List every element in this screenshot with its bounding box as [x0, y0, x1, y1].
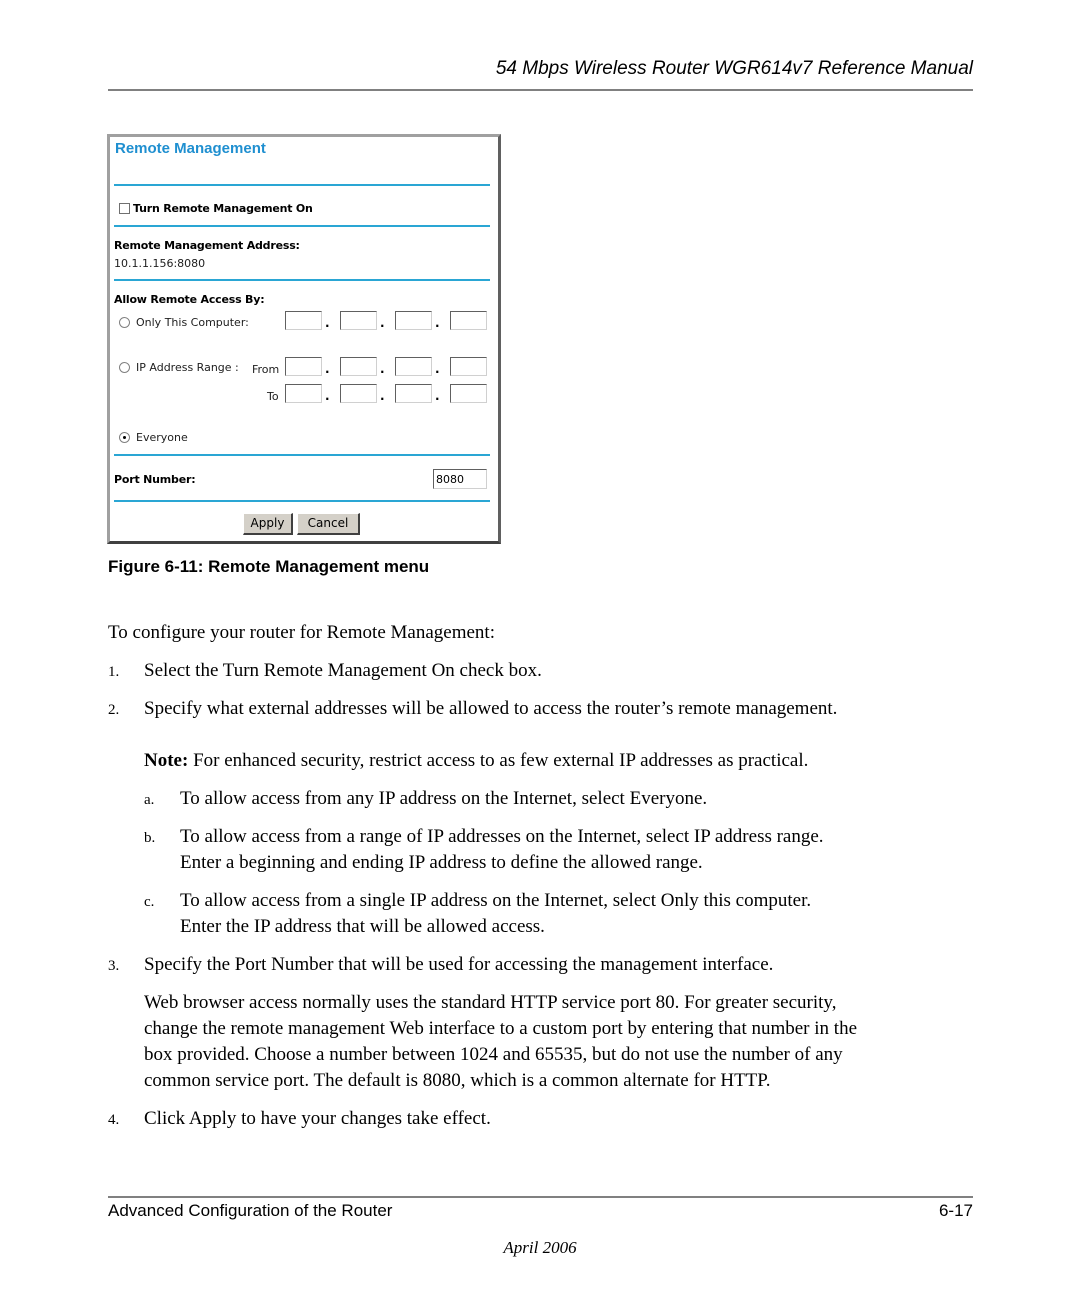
ip-range-label: IP Address Range : — [136, 361, 239, 374]
separator — [114, 454, 490, 456]
only-ip-octet-3[interactable] — [395, 311, 432, 330]
allow-access-label: Allow Remote Access By: — [114, 293, 265, 306]
apply-button[interactable]: Apply — [243, 513, 293, 535]
to-ip-octet-2[interactable] — [340, 384, 377, 403]
only-ip-octet-1[interactable] — [285, 311, 322, 330]
everyone-label: Everyone — [136, 431, 188, 444]
substep-letter: c. — [144, 894, 155, 910]
substep-text: Enter the IP address that will be allowe… — [180, 916, 545, 937]
step-text: Specify the Port Number that will be use… — [144, 954, 774, 975]
substep-text: To allow access from a range of IP addre… — [180, 826, 824, 847]
only-this-computer-label: Only This Computer: — [136, 316, 249, 329]
address-label: Remote Management Address: — [114, 239, 300, 252]
step-number: 4. — [108, 1112, 120, 1128]
footer-rule — [108, 1196, 973, 1198]
to-ip-octet-1[interactable] — [285, 384, 322, 403]
figure-caption: Figure 6-11: Remote Management menu — [108, 557, 430, 576]
ip-dot: . — [435, 389, 440, 403]
page-number: 6-17 — [938, 1201, 973, 1220]
ip-range-row: IP Address Range : — [119, 361, 239, 374]
substep-text: To allow access from any IP address on t… — [180, 788, 708, 809]
remote-management-panel: Remote Management Turn Remote Management… — [107, 134, 501, 544]
substep-letter: a. — [144, 792, 155, 808]
ip-range-radio[interactable] — [119, 362, 130, 373]
step-number: 3. — [108, 958, 120, 974]
address-value: 10.1.1.156:8080 — [114, 257, 206, 270]
footer-section: Advanced Configuration of the Router — [108, 1201, 393, 1220]
footer-date: April 2006 — [503, 1238, 577, 1257]
step-text: Specify what external addresses will be … — [144, 698, 838, 719]
turn-remote-management-checkbox[interactable] — [119, 203, 130, 214]
note-label: Note: — [144, 750, 189, 771]
ip-dot: . — [380, 362, 385, 376]
ip-dot: . — [380, 316, 385, 330]
note-text: For enhanced security, restrict access t… — [188, 750, 809, 771]
to-label: To — [267, 390, 279, 403]
ip-dot: . — [325, 362, 330, 376]
from-ip-octet-4[interactable] — [450, 357, 487, 376]
port-number-input[interactable] — [433, 469, 487, 489]
substep-text: To allow access from a single IP address… — [180, 890, 812, 911]
port-paragraph-line: common service port. The default is 8080… — [144, 1070, 771, 1091]
panel-title: Remote Management — [115, 140, 266, 157]
only-this-computer-radio[interactable] — [119, 317, 130, 328]
substep-letter: b. — [144, 830, 156, 846]
separator — [114, 225, 490, 227]
step-text: Click Apply to have your changes take ef… — [144, 1108, 491, 1129]
cancel-button[interactable]: Cancel — [297, 513, 360, 535]
step-number: 1. — [108, 664, 120, 680]
everyone-row: Everyone — [119, 431, 188, 444]
separator — [114, 279, 490, 281]
separator — [114, 500, 490, 502]
intro-text: To configure your router for Remote Mana… — [108, 622, 495, 643]
only-ip-octet-2[interactable] — [340, 311, 377, 330]
step-number: 2. — [108, 702, 120, 718]
from-ip-octet-3[interactable] — [395, 357, 432, 376]
to-ip-octet-3[interactable] — [395, 384, 432, 403]
note: Note: For enhanced security, restrict ac… — [144, 748, 808, 774]
from-ip-octet-1[interactable] — [285, 357, 322, 376]
ip-dot: . — [380, 389, 385, 403]
port-label: Port Number: — [114, 473, 196, 486]
running-head: 54 Mbps Wireless Router WGR614v7 Referen… — [495, 58, 973, 79]
port-paragraph-line: box provided. Choose a number between 10… — [144, 1044, 843, 1065]
header-rule — [108, 89, 973, 91]
ip-dot: . — [325, 389, 330, 403]
from-label: From — [252, 363, 280, 376]
ip-dot: . — [325, 316, 330, 330]
port-paragraph-line: change the remote management Web interfa… — [144, 1018, 858, 1039]
ip-dot: . — [435, 316, 440, 330]
turn-remote-management-label: Turn Remote Management On — [133, 202, 313, 215]
turn-on-row: Turn Remote Management On — [119, 202, 313, 215]
port-paragraph-line: Web browser access normally uses the sta… — [144, 992, 837, 1013]
only-this-computer-row: Only This Computer: — [119, 316, 249, 329]
from-ip-octet-2[interactable] — [340, 357, 377, 376]
to-ip-octet-4[interactable] — [450, 384, 487, 403]
substep-text: Enter a beginning and ending IP address … — [180, 852, 703, 873]
ip-dot: . — [435, 362, 440, 376]
separator — [114, 184, 490, 186]
step-text: Select the Turn Remote Management On che… — [144, 660, 542, 681]
everyone-radio[interactable] — [119, 432, 130, 443]
only-ip-octet-4[interactable] — [450, 311, 487, 330]
